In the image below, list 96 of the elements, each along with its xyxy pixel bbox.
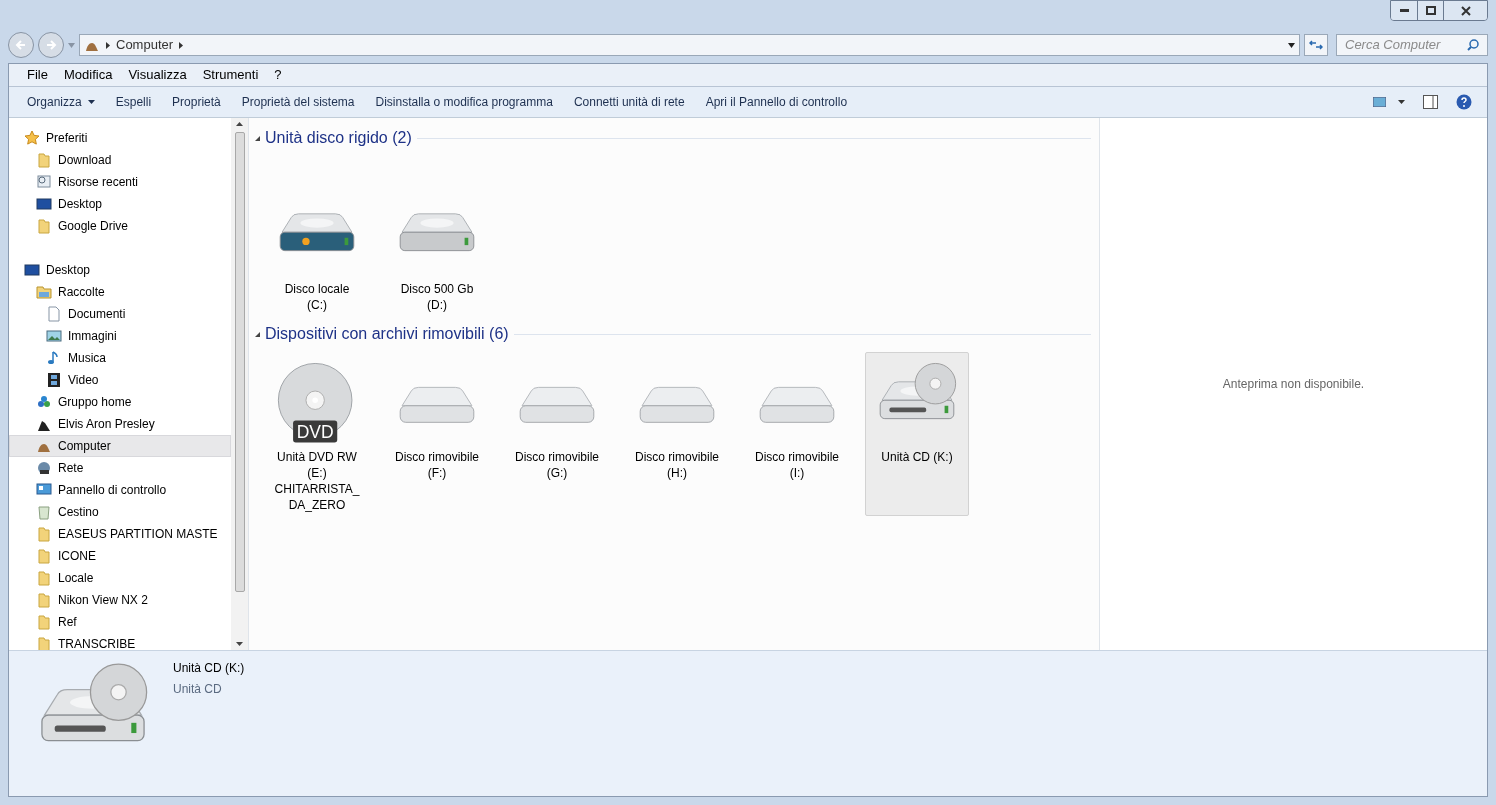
nav-item[interactable]: Nikon View NX 2 (9, 589, 231, 611)
nav-item[interactable]: Google Drive (9, 215, 231, 237)
drive-item[interactable]: Disco rimovibile (G:) (505, 352, 609, 516)
folder-icon (36, 570, 52, 586)
toolbar-button[interactable]: Proprietà (163, 90, 230, 114)
group-header[interactable]: Dispositivi con archivi rimovibili (6) (265, 322, 509, 346)
nav-item[interactable]: Raccolte (9, 281, 231, 303)
drive-item[interactable]: Disco rimovibile (F:) (385, 352, 489, 516)
menu-item[interactable]: File (27, 65, 48, 85)
nav-item[interactable]: Documenti (9, 303, 231, 325)
breadcrumb[interactable]: Computer (116, 35, 174, 55)
toolbar-button[interactable]: Connetti unità di rete (564, 90, 694, 114)
menu-item[interactable]: Strumenti (202, 65, 259, 85)
maximize-button[interactable] (1417, 1, 1443, 20)
toolbar-button[interactable]: Apri il Pannello di controllo (696, 90, 857, 114)
drive-item[interactable]: Disco rimovibile (H:) (625, 352, 729, 516)
close-button[interactable] (1443, 1, 1487, 20)
collapse-triangle-icon (255, 135, 260, 141)
folder-icon (36, 152, 52, 168)
toolbar-button[interactable]: Disinstalla o modifica programma (366, 90, 562, 114)
minimize-icon (1399, 9, 1409, 12)
refresh-arrows-icon (1309, 40, 1323, 50)
nav-item[interactable]: ICONE (9, 545, 231, 567)
search-field[interactable]: Cerca Computer (1336, 34, 1488, 56)
address-bar[interactable]: Computer (79, 34, 1300, 56)
details-name: Unità CD (K:) (173, 660, 245, 677)
dropdown-caret-icon (1288, 42, 1295, 48)
close-icon (1460, 5, 1471, 16)
chevron-right-icon (106, 41, 110, 49)
maximize-icon (1425, 6, 1436, 15)
chevron-right-icon (179, 41, 184, 49)
toolbar-button[interactable]: Proprietà del sistema (232, 90, 364, 114)
forward-button[interactable] (38, 32, 64, 58)
menu-item[interactable]: Visualizza (128, 65, 187, 85)
nav-item[interactable]: TRANSCRIBE (9, 633, 231, 650)
back-arrow-icon (15, 39, 27, 51)
toolbar-button[interactable]: Espelli (106, 90, 161, 114)
control-panel-icon (36, 482, 52, 498)
monitor-icon (24, 262, 40, 278)
drive-item[interactable]: DVD Unità DVD RW (E:) CHITARRISTA_ DA_ZERO (265, 352, 369, 516)
drive-item[interactable]: Disco rimovibile (I:) (745, 352, 849, 516)
recent-items-icon (36, 174, 52, 190)
nav-item[interactable]: Immagini (9, 325, 231, 347)
drive-item[interactable]: Unità CD (K:) (865, 352, 969, 516)
dropdown-caret-icon (87, 100, 95, 104)
folder-icon (36, 218, 52, 234)
help-icon (1456, 94, 1472, 110)
folder-icon (36, 526, 52, 542)
nav-item[interactable]: Rete (9, 457, 231, 479)
dropdown-caret-icon (68, 42, 75, 48)
picture-icon (46, 328, 62, 344)
scroll-down-icon (236, 642, 243, 646)
search-icon (1467, 39, 1479, 51)
nav-item[interactable]: Preferiti (9, 127, 231, 149)
refresh-button[interactable] (1304, 34, 1328, 56)
back-button[interactable] (8, 32, 34, 58)
library-icon (36, 284, 52, 300)
recycle-bin-icon (36, 504, 52, 520)
nav-item[interactable]: Locale (9, 567, 231, 589)
dropdown-caret-icon (1398, 100, 1405, 104)
folder-icon (36, 614, 52, 630)
minimize-button[interactable] (1391, 1, 1417, 20)
nav-item[interactable]: Ref (9, 611, 231, 633)
drive-item[interactable]: Disco locale (C:) (265, 184, 369, 316)
group-header[interactable]: Unità disco rigido (2) (265, 126, 412, 150)
film-icon (46, 372, 62, 388)
nav-item[interactable]: Desktop (9, 193, 231, 215)
nav-item[interactable]: Computer (9, 435, 231, 457)
nav-item[interactable]: Video (9, 369, 231, 391)
folder-icon (36, 592, 52, 608)
nav-item[interactable]: Download (9, 149, 231, 171)
nav-item[interactable]: Desktop (9, 259, 231, 281)
preview-message: Anteprima non disponibile. (1222, 376, 1365, 393)
monitor-icon (36, 196, 52, 212)
pane-icon (1423, 95, 1438, 109)
menu-item[interactable]: ? (274, 65, 282, 85)
details-type: Unità CD (173, 681, 223, 698)
nav-item[interactable]: EASEUS PARTITION MASTE (9, 523, 231, 545)
folder-icon (36, 548, 52, 564)
document-icon (46, 306, 62, 322)
star-icon (24, 130, 40, 146)
nav-item[interactable]: Gruppo home (9, 391, 231, 413)
drive-item[interactable]: Disco 500 Gb (D:) (385, 184, 489, 316)
picture-icon (1373, 97, 1386, 107)
homegroup-icon (36, 394, 52, 410)
menu-item[interactable]: Modifica (63, 65, 113, 85)
toolbar-button[interactable]: Organizza (18, 90, 104, 114)
nav-item[interactable]: Risorse recenti (9, 171, 231, 193)
scrollbar[interactable] (231, 118, 248, 650)
nav-item[interactable]: Musica (9, 347, 231, 369)
nav-item[interactable]: Pannello di controllo (9, 479, 231, 501)
forward-arrow-icon (45, 39, 57, 51)
nav-item[interactable]: Cestino (9, 501, 231, 523)
collapse-triangle-icon (255, 331, 260, 337)
scroll-up-icon (236, 122, 243, 126)
nav-item[interactable]: Elvis Aron Presley (9, 413, 231, 435)
